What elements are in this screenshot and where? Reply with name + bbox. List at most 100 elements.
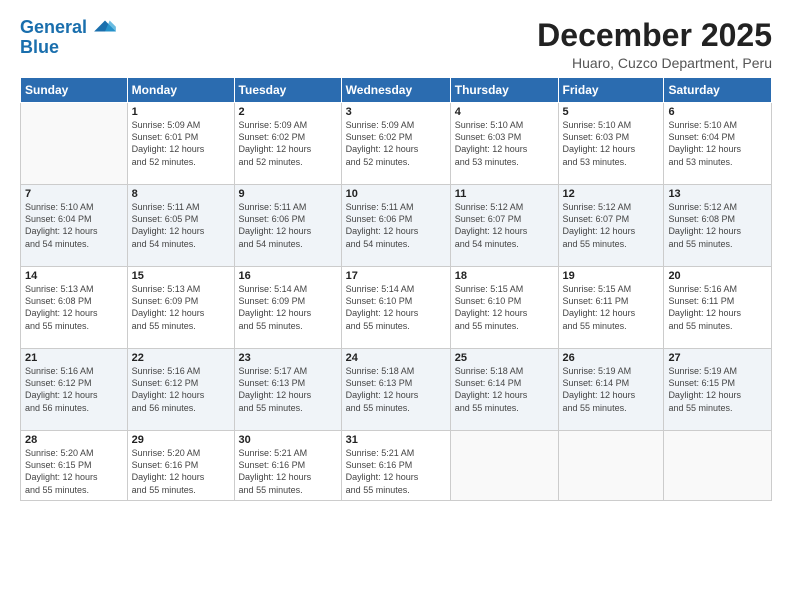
logo-icon: [94, 19, 116, 33]
day-number: 17: [346, 270, 446, 282]
day-number: 26: [563, 352, 660, 364]
day-number: 13: [668, 188, 767, 200]
table-row: 16Sunrise: 5:14 AM Sunset: 6:09 PM Dayli…: [234, 267, 341, 349]
day-info: Sunrise: 5:10 AM Sunset: 6:03 PM Dayligh…: [455, 119, 554, 168]
day-info: Sunrise: 5:21 AM Sunset: 6:16 PM Dayligh…: [346, 447, 446, 496]
table-row: 8Sunrise: 5:11 AM Sunset: 6:05 PM Daylig…: [127, 185, 234, 267]
day-info: Sunrise: 5:11 AM Sunset: 6:05 PM Dayligh…: [132, 201, 230, 250]
day-info: Sunrise: 5:11 AM Sunset: 6:06 PM Dayligh…: [239, 201, 337, 250]
logo-text: General: [20, 18, 116, 38]
day-number: 7: [25, 188, 123, 200]
day-number: 15: [132, 270, 230, 282]
table-row: 11Sunrise: 5:12 AM Sunset: 6:07 PM Dayli…: [450, 185, 558, 267]
table-row: 7Sunrise: 5:10 AM Sunset: 6:04 PM Daylig…: [21, 185, 128, 267]
table-row: 30Sunrise: 5:21 AM Sunset: 6:16 PM Dayli…: [234, 431, 341, 501]
day-info: Sunrise: 5:14 AM Sunset: 6:10 PM Dayligh…: [346, 283, 446, 332]
table-row: 25Sunrise: 5:18 AM Sunset: 6:14 PM Dayli…: [450, 349, 558, 431]
table-row: [450, 431, 558, 501]
month-title: December 2025: [537, 18, 772, 53]
table-row: 15Sunrise: 5:13 AM Sunset: 6:09 PM Dayli…: [127, 267, 234, 349]
table-row: 14Sunrise: 5:13 AM Sunset: 6:08 PM Dayli…: [21, 267, 128, 349]
day-info: Sunrise: 5:16 AM Sunset: 6:12 PM Dayligh…: [132, 365, 230, 414]
day-info: Sunrise: 5:21 AM Sunset: 6:16 PM Dayligh…: [239, 447, 337, 496]
col-thursday: Thursday: [450, 78, 558, 103]
logo: General Blue: [20, 18, 116, 58]
col-sunday: Sunday: [21, 78, 128, 103]
day-info: Sunrise: 5:18 AM Sunset: 6:14 PM Dayligh…: [455, 365, 554, 414]
table-row: 19Sunrise: 5:15 AM Sunset: 6:11 PM Dayli…: [558, 267, 664, 349]
day-number: 8: [132, 188, 230, 200]
day-info: Sunrise: 5:09 AM Sunset: 6:02 PM Dayligh…: [346, 119, 446, 168]
calendar-week-row: 7Sunrise: 5:10 AM Sunset: 6:04 PM Daylig…: [21, 185, 772, 267]
title-block: December 2025 Huaro, Cuzco Department, P…: [537, 18, 772, 71]
table-row: 2Sunrise: 5:09 AM Sunset: 6:02 PM Daylig…: [234, 103, 341, 185]
day-number: 2: [239, 106, 337, 118]
table-row: 1Sunrise: 5:09 AM Sunset: 6:01 PM Daylig…: [127, 103, 234, 185]
col-friday: Friday: [558, 78, 664, 103]
day-info: Sunrise: 5:20 AM Sunset: 6:16 PM Dayligh…: [132, 447, 230, 496]
table-row: [21, 103, 128, 185]
header: General Blue December 2025 Huaro, Cuzco …: [20, 18, 772, 71]
day-info: Sunrise: 5:10 AM Sunset: 6:04 PM Dayligh…: [668, 119, 767, 168]
col-monday: Monday: [127, 78, 234, 103]
day-info: Sunrise: 5:16 AM Sunset: 6:11 PM Dayligh…: [668, 283, 767, 332]
day-info: Sunrise: 5:14 AM Sunset: 6:09 PM Dayligh…: [239, 283, 337, 332]
table-row: [558, 431, 664, 501]
calendar-table: Sunday Monday Tuesday Wednesday Thursday…: [20, 77, 772, 501]
table-row: 22Sunrise: 5:16 AM Sunset: 6:12 PM Dayli…: [127, 349, 234, 431]
table-row: 28Sunrise: 5:20 AM Sunset: 6:15 PM Dayli…: [21, 431, 128, 501]
calendar-header-row: Sunday Monday Tuesday Wednesday Thursday…: [21, 78, 772, 103]
col-saturday: Saturday: [664, 78, 772, 103]
table-row: 18Sunrise: 5:15 AM Sunset: 6:10 PM Dayli…: [450, 267, 558, 349]
day-number: 25: [455, 352, 554, 364]
day-number: 12: [563, 188, 660, 200]
table-row: 20Sunrise: 5:16 AM Sunset: 6:11 PM Dayli…: [664, 267, 772, 349]
day-info: Sunrise: 5:12 AM Sunset: 6:07 PM Dayligh…: [563, 201, 660, 250]
calendar-page: General Blue December 2025 Huaro, Cuzco …: [0, 0, 792, 612]
calendar-week-row: 28Sunrise: 5:20 AM Sunset: 6:15 PM Dayli…: [21, 431, 772, 501]
day-info: Sunrise: 5:13 AM Sunset: 6:08 PM Dayligh…: [25, 283, 123, 332]
day-number: 27: [668, 352, 767, 364]
table-row: 5Sunrise: 5:10 AM Sunset: 6:03 PM Daylig…: [558, 103, 664, 185]
table-row: 12Sunrise: 5:12 AM Sunset: 6:07 PM Dayli…: [558, 185, 664, 267]
table-row: 3Sunrise: 5:09 AM Sunset: 6:02 PM Daylig…: [341, 103, 450, 185]
table-row: [664, 431, 772, 501]
day-info: Sunrise: 5:13 AM Sunset: 6:09 PM Dayligh…: [132, 283, 230, 332]
day-number: 18: [455, 270, 554, 282]
day-info: Sunrise: 5:19 AM Sunset: 6:15 PM Dayligh…: [668, 365, 767, 414]
day-number: 4: [455, 106, 554, 118]
day-info: Sunrise: 5:15 AM Sunset: 6:11 PM Dayligh…: [563, 283, 660, 332]
col-tuesday: Tuesday: [234, 78, 341, 103]
day-number: 31: [346, 434, 446, 446]
table-row: 27Sunrise: 5:19 AM Sunset: 6:15 PM Dayli…: [664, 349, 772, 431]
day-number: 16: [239, 270, 337, 282]
day-number: 19: [563, 270, 660, 282]
table-row: 17Sunrise: 5:14 AM Sunset: 6:10 PM Dayli…: [341, 267, 450, 349]
day-number: 21: [25, 352, 123, 364]
day-number: 6: [668, 106, 767, 118]
logo-line2: Blue: [20, 38, 59, 58]
day-number: 23: [239, 352, 337, 364]
day-info: Sunrise: 5:16 AM Sunset: 6:12 PM Dayligh…: [25, 365, 123, 414]
day-number: 14: [25, 270, 123, 282]
day-number: 1: [132, 106, 230, 118]
day-info: Sunrise: 5:10 AM Sunset: 6:04 PM Dayligh…: [25, 201, 123, 250]
table-row: 21Sunrise: 5:16 AM Sunset: 6:12 PM Dayli…: [21, 349, 128, 431]
day-number: 3: [346, 106, 446, 118]
table-row: 23Sunrise: 5:17 AM Sunset: 6:13 PM Dayli…: [234, 349, 341, 431]
day-info: Sunrise: 5:09 AM Sunset: 6:01 PM Dayligh…: [132, 119, 230, 168]
day-number: 10: [346, 188, 446, 200]
day-info: Sunrise: 5:17 AM Sunset: 6:13 PM Dayligh…: [239, 365, 337, 414]
day-number: 22: [132, 352, 230, 364]
day-info: Sunrise: 5:10 AM Sunset: 6:03 PM Dayligh…: [563, 119, 660, 168]
day-number: 30: [239, 434, 337, 446]
calendar-week-row: 1Sunrise: 5:09 AM Sunset: 6:01 PM Daylig…: [21, 103, 772, 185]
day-info: Sunrise: 5:19 AM Sunset: 6:14 PM Dayligh…: [563, 365, 660, 414]
day-info: Sunrise: 5:11 AM Sunset: 6:06 PM Dayligh…: [346, 201, 446, 250]
col-wednesday: Wednesday: [341, 78, 450, 103]
calendar-week-row: 21Sunrise: 5:16 AM Sunset: 6:12 PM Dayli…: [21, 349, 772, 431]
day-number: 5: [563, 106, 660, 118]
day-number: 29: [132, 434, 230, 446]
day-number: 11: [455, 188, 554, 200]
table-row: 6Sunrise: 5:10 AM Sunset: 6:04 PM Daylig…: [664, 103, 772, 185]
